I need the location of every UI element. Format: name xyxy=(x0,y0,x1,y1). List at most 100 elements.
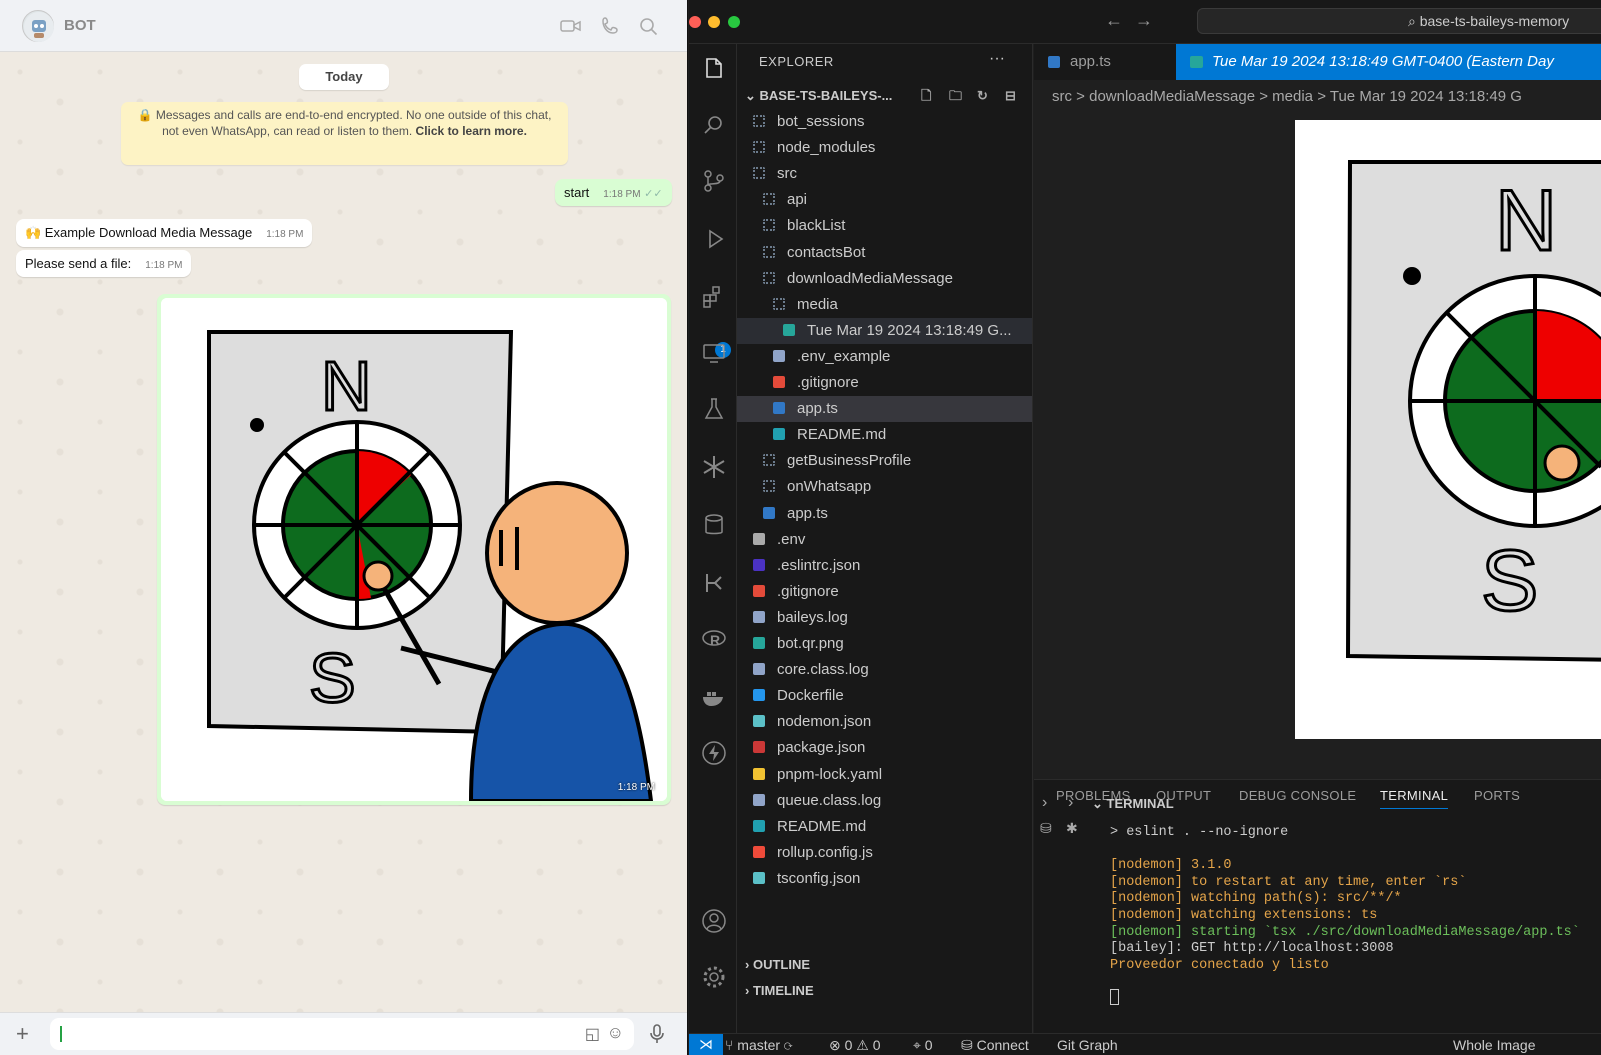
problems-status[interactable]: ⊗ 0 ⚠ 0 xyxy=(829,1037,881,1054)
bot-avatar[interactable] xyxy=(22,10,54,42)
breadcrumb-item[interactable]: downloadMediaMessage xyxy=(1089,88,1255,105)
tree-item[interactable]: core.class.log xyxy=(737,657,1032,683)
collapse-all-icon[interactable]: ⊟ xyxy=(1005,83,1016,109)
compass-drawing-image[interactable]: N S 1:18 PM xyxy=(161,298,667,801)
tree-item[interactable]: Dockerfile xyxy=(737,683,1032,709)
tree-item[interactable]: src xyxy=(737,161,1032,187)
image-preview[interactable]: N S xyxy=(1295,120,1601,739)
tree-item[interactable]: bot.qr.png xyxy=(737,631,1032,657)
tree-item[interactable]: api xyxy=(737,187,1032,213)
run-debug-icon[interactable] xyxy=(701,226,727,252)
tree-item[interactable]: .env xyxy=(737,527,1032,553)
message-input[interactable]: ◱ ☺ xyxy=(50,1018,634,1050)
tree-item[interactable]: rollup.config.js xyxy=(737,840,1032,866)
tree-item[interactable]: Tue Mar 19 2024 13:18:49 G... xyxy=(737,317,1032,344)
tree-item-label: nodemon.json xyxy=(777,713,872,731)
docker-icon[interactable] xyxy=(701,684,727,710)
tree-item[interactable]: getBusinessProfile xyxy=(737,448,1032,474)
new-folder-icon[interactable]: 🗀 xyxy=(949,83,962,109)
tab-debug-console[interactable]: DEBUG CONSOLE xyxy=(1239,788,1356,803)
image-message[interactable]: N S 1:18 PM xyxy=(157,294,671,805)
back-arrow-icon[interactable]: ← xyxy=(1105,10,1123,31)
tree-item[interactable]: tsconfig.json xyxy=(737,866,1032,892)
attach-plus-icon[interactable]: + xyxy=(16,1023,29,1045)
chevron-right-icon[interactable]: › xyxy=(1042,794,1047,812)
new-file-icon[interactable]: 🗋 xyxy=(921,83,931,109)
tree-item[interactable]: baileys.log xyxy=(737,605,1032,631)
tree-item[interactable]: .gitignore xyxy=(737,579,1032,605)
tab-app-ts[interactable]: app.ts xyxy=(1034,44,1164,80)
video-call-icon[interactable] xyxy=(560,16,582,36)
emoji-icon[interactable]: ☺ xyxy=(607,1023,624,1043)
remote-indicator[interactable]: ⋊ xyxy=(689,1034,723,1055)
tree-item[interactable]: node_modules xyxy=(737,135,1032,161)
testing-flask-icon[interactable] xyxy=(701,396,727,422)
message-in[interactable]: 🙌 Example Download Media Message 1:18 PM xyxy=(16,219,313,247)
ports-status[interactable]: ⌖ 0 xyxy=(913,1037,933,1054)
tree-item[interactable]: pnpm-lock.yaml xyxy=(737,762,1032,788)
breadcrumb-item[interactable]: src xyxy=(1052,88,1072,105)
git-graph-icon[interactable] xyxy=(701,570,727,596)
tree-item[interactable]: blackList xyxy=(737,213,1032,239)
tree-item[interactable]: app.ts xyxy=(737,396,1032,423)
close-window-button[interactable] xyxy=(689,16,701,28)
more-actions-icon[interactable]: ··· xyxy=(989,50,1005,68)
snowflake-icon[interactable] xyxy=(701,454,727,480)
tree-item[interactable]: nodemon.json xyxy=(737,709,1032,735)
tree-item[interactable]: package.json xyxy=(737,735,1032,761)
explorer-files-icon[interactable] xyxy=(701,56,727,82)
learn-more-link[interactable]: Click to learn more. xyxy=(416,124,527,138)
timeline-section[interactable]: › TIMELINE xyxy=(745,983,814,998)
tree-item[interactable]: bot_sessions xyxy=(737,109,1032,135)
command-center-search[interactable]: ⌕ base-ts-baileys-memory xyxy=(1197,8,1601,34)
tab-image-preview[interactable]: Tue Mar 19 2024 13:18:49 GMT-0400 (Easte… xyxy=(1176,44,1601,80)
thunder-client-icon[interactable] xyxy=(701,740,727,766)
settings-gear-icon[interactable] xyxy=(701,964,727,990)
database-icon[interactable] xyxy=(701,512,727,538)
breadcrumb-item[interactable]: Tue Mar 19 2024 13:18:49 G xyxy=(1330,88,1522,105)
image-size-status[interactable]: Whole Image xyxy=(1453,1037,1535,1053)
r-language-icon[interactable]: R xyxy=(701,626,727,652)
microphone-icon[interactable] xyxy=(648,1023,666,1045)
breadcrumb-item[interactable]: media xyxy=(1272,88,1313,105)
extensions-icon[interactable] xyxy=(701,284,727,310)
project-root[interactable]: ⌄ BASE-TS-BAILEYS-... 🗋 🗀 ↻ ⊟ xyxy=(745,83,1032,109)
tree-item[interactable]: .gitignore xyxy=(737,370,1032,396)
tree-item[interactable]: media xyxy=(737,292,1032,318)
tree-item[interactable]: downloadMediaMessage xyxy=(737,266,1032,292)
phone-call-icon[interactable] xyxy=(600,16,622,36)
encryption-notice[interactable]: 🔒 Messages and calls are end-to-end encr… xyxy=(121,102,568,165)
forward-arrow-icon[interactable]: → xyxy=(1135,10,1153,31)
chevron-right-icon[interactable]: › xyxy=(1068,794,1073,812)
account-icon[interactable] xyxy=(701,908,727,934)
tree-item[interactable]: onWhatsapp xyxy=(737,474,1032,500)
tab-terminal[interactable]: TERMINAL xyxy=(1380,788,1449,809)
remote-explorer-icon[interactable] xyxy=(701,340,727,366)
search-icon[interactable] xyxy=(701,112,727,138)
refresh-icon[interactable]: ↻ xyxy=(977,83,988,109)
image-icon xyxy=(753,637,765,649)
minimize-window-button[interactable] xyxy=(708,16,720,28)
tree-item[interactable]: app.ts xyxy=(737,501,1032,527)
message-out[interactable]: start 1:18 PM ✓✓ xyxy=(555,179,672,206)
maximize-window-button[interactable] xyxy=(728,16,740,28)
tree-item[interactable]: README.md xyxy=(737,814,1032,840)
tree-item[interactable]: .eslintrc.json xyxy=(737,553,1032,579)
tree-item[interactable]: queue.class.log xyxy=(737,788,1032,814)
outline-section[interactable]: › OUTLINE xyxy=(745,957,810,972)
tab-ports[interactable]: PORTS xyxy=(1474,788,1520,803)
terminal-output[interactable]: > eslint . --no-ignore [nodemon] 3.1.0 [no… xyxy=(1110,824,1580,973)
tree-item[interactable]: contactsBot xyxy=(737,240,1032,266)
git-graph-status[interactable]: Git Graph xyxy=(1057,1037,1118,1053)
tree-item[interactable]: README.md xyxy=(737,422,1032,448)
connect-status[interactable]: ⛁ Connect xyxy=(961,1037,1029,1054)
sticker-icon[interactable]: ◱ xyxy=(585,1024,600,1044)
tree-item[interactable]: .env_example xyxy=(737,344,1032,370)
database-icon[interactable]: ⛁ xyxy=(1040,820,1052,837)
search-icon[interactable] xyxy=(638,16,660,36)
source-control-icon[interactable] xyxy=(701,168,727,194)
message-in[interactable]: Please send a file: 1:18 PM xyxy=(16,250,192,277)
branch-status[interactable]: ⑂ master ⟳ xyxy=(725,1037,792,1053)
terminal-section-title[interactable]: ⌄ TERMINAL xyxy=(1092,796,1174,812)
snowflake-icon[interactable]: ✱ xyxy=(1066,820,1078,837)
